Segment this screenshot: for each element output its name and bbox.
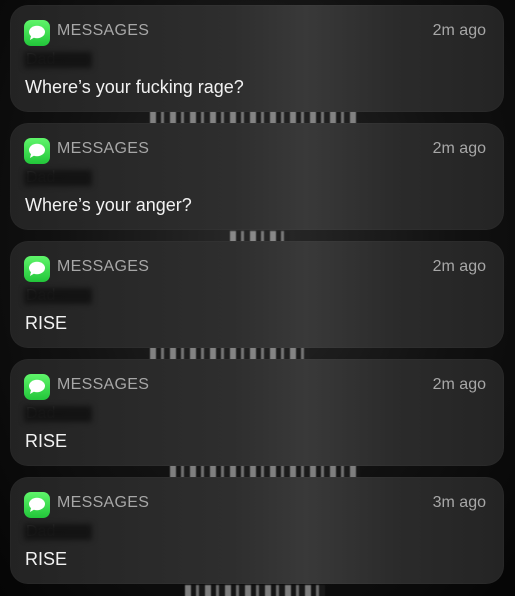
notification-card[interactable]: MESSAGES 2m ago Dad Where’s your fucking… xyxy=(10,5,504,112)
sender-name: Dad xyxy=(24,287,96,305)
message-text: RISE xyxy=(25,431,68,451)
sender-name: Dad xyxy=(24,405,96,423)
messages-app-icon xyxy=(24,138,50,164)
timestamp: 2m ago xyxy=(432,140,486,157)
message-text: RISE xyxy=(25,549,68,569)
sender-name: Dad xyxy=(24,51,96,69)
messages-app-icon xyxy=(24,492,50,518)
app-name: MESSAGES xyxy=(57,140,150,157)
app-name: MESSAGES xyxy=(57,22,150,39)
timestamp: 2m ago xyxy=(432,376,486,393)
messages-app-icon xyxy=(24,374,50,400)
app-name: MESSAGES xyxy=(57,376,150,393)
timestamp: 2m ago xyxy=(432,258,486,275)
message-text: Where’s your anger? xyxy=(25,195,192,215)
sender-name: Dad xyxy=(24,169,96,187)
messages-app-icon xyxy=(24,256,50,282)
app-name: MESSAGES xyxy=(57,258,150,275)
message-text: Where’s your fucking rage? xyxy=(25,77,244,97)
notification-card[interactable]: MESSAGES 2m ago Dad Where’s your anger? xyxy=(10,123,504,230)
notification-card[interactable]: MESSAGES 2m ago Dad RISE xyxy=(10,241,504,348)
wallpaper-artwork xyxy=(185,585,325,596)
timestamp: 2m ago xyxy=(432,22,486,39)
messages-app-icon xyxy=(24,20,50,46)
sender-name: Dad xyxy=(24,523,96,541)
app-name: MESSAGES xyxy=(57,494,150,511)
lock-screen: MESSAGES 2m ago Dad Where’s your fucking… xyxy=(0,0,515,596)
timestamp: 3m ago xyxy=(432,494,486,511)
notification-card[interactable]: MESSAGES 2m ago Dad RISE xyxy=(10,359,504,466)
message-text: RISE xyxy=(25,313,68,333)
notification-card[interactable]: MESSAGES 3m ago Dad RISE xyxy=(10,477,504,584)
